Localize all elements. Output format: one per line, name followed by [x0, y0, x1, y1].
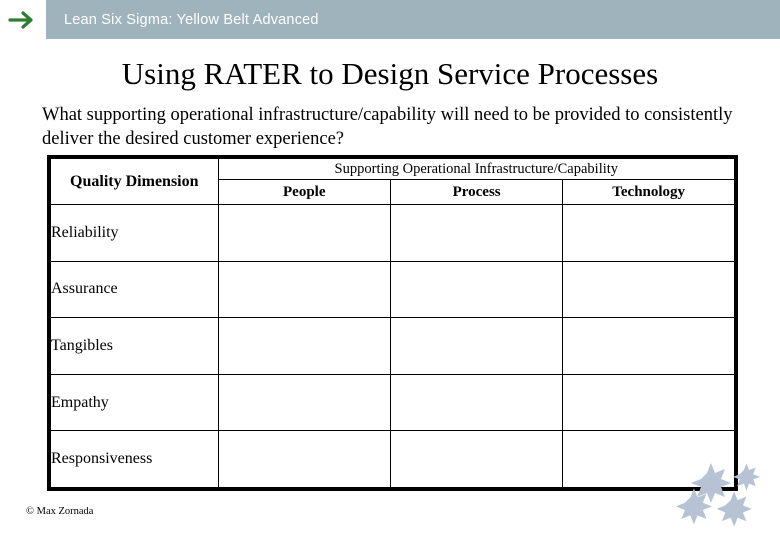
copyright-notice: © Max Zornada [26, 506, 94, 517]
header-column-technology: Technology [562, 179, 735, 205]
header-column-process: Process [389, 179, 564, 205]
table-row: Responsiveness [50, 430, 735, 488]
table-row: Reliability [50, 204, 735, 262]
cell-responsiveness-people[interactable] [217, 430, 391, 488]
header-quality-dimension: Quality Dimension [50, 158, 219, 205]
cell-tangibles-technology[interactable] [562, 317, 735, 375]
table-header-row-group: Quality Dimension Supporting Operational… [50, 158, 736, 205]
cell-reliability-process[interactable] [389, 204, 564, 262]
row-label-tangibles: Tangibles [50, 317, 219, 375]
cell-responsiveness-process[interactable] [389, 430, 564, 488]
cell-empathy-technology[interactable] [562, 373, 735, 432]
header-column-people: People [217, 179, 391, 205]
question-text: What supporting operational infrastructu… [42, 105, 733, 149]
header-supporting-infrastructure: Supporting Operational Infrastructure/Ca… [217, 158, 736, 180]
row-label-reliability: Reliability [50, 204, 219, 262]
cell-reliability-technology[interactable] [562, 204, 735, 262]
table-row: Empathy [50, 373, 735, 432]
row-label-responsiveness: Responsiveness [50, 430, 219, 488]
cell-reliability-people[interactable] [217, 204, 391, 262]
cell-tangibles-people[interactable] [217, 317, 391, 375]
cell-assurance-technology[interactable] [562, 260, 735, 319]
cell-tangibles-process[interactable] [389, 317, 564, 375]
rater-table: Quality Dimension Supporting Operational… [47, 155, 738, 491]
table-row: Tangibles [50, 317, 735, 375]
course-title: Lean Six Sigma: Yellow Belt Advanced [64, 11, 319, 28]
cell-assurance-process[interactable] [389, 260, 564, 319]
row-label-assurance: Assurance [50, 260, 219, 319]
page-title: Using RATER to Design Service Processes [121, 56, 659, 91]
logo-container [0, 0, 46, 39]
table-row: Assurance [50, 260, 735, 319]
cell-assurance-people[interactable] [217, 260, 391, 319]
row-label-empathy: Empathy [50, 373, 219, 432]
cell-empathy-people[interactable] [217, 373, 391, 432]
cell-empathy-process[interactable] [389, 373, 564, 432]
stars-cluster-icon [660, 460, 770, 530]
slide-header-bar: Lean Six Sigma: Yellow Belt Advanced [0, 0, 780, 39]
arrow-right-icon [8, 9, 38, 31]
